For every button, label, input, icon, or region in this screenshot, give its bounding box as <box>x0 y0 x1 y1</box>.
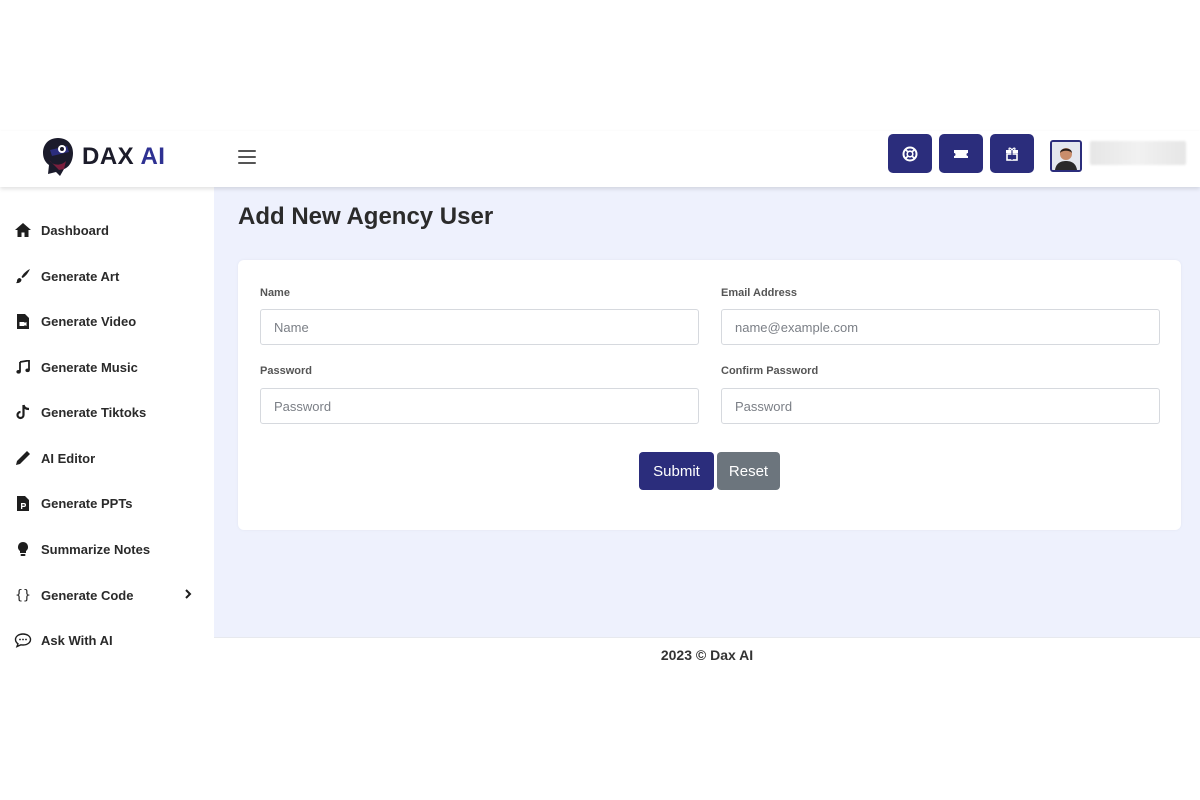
sidebar-item-label: Ask With AI <box>41 632 113 648</box>
lifebuoy-icon <box>902 146 918 161</box>
video-file-icon <box>14 312 32 330</box>
confirm-password-label: Confirm Password <box>721 365 819 377</box>
sidebar-item-label: AI Editor <box>41 450 96 466</box>
chevron-right-icon <box>184 588 192 603</box>
brush-icon <box>14 267 32 285</box>
copyright-text: 2023 © Dax AI <box>660 646 754 663</box>
gift-icon <box>1006 147 1018 161</box>
sidebar-item-generate-video[interactable]: Generate Video <box>0 303 214 339</box>
sidebar-item-label: Generate Art <box>41 268 120 284</box>
sidebar-item-label: Generate Tiktoks <box>41 404 147 420</box>
sidebar-item-summarize-notes[interactable]: Summarize Notes <box>0 531 214 567</box>
sidebar-item-label: Generate PPTs <box>41 495 133 511</box>
sidebar-item-label: Dashboard <box>41 222 109 238</box>
sidebar-item-label: Summarize Notes <box>41 541 151 557</box>
email-input[interactable] <box>721 309 1160 345</box>
chat-bubble-icon <box>14 631 32 649</box>
code-braces-icon: {} <box>15 587 31 603</box>
dax-logo-icon <box>43 138 73 176</box>
reset-button[interactable]: Reset <box>717 452 780 490</box>
brand-logo[interactable]: DAX AI <box>40 136 165 178</box>
page-title: Add New Agency User <box>238 203 494 230</box>
sidebar-item-label: Generate Code <box>41 587 134 603</box>
support-button[interactable] <box>888 134 932 173</box>
sidebar-item-ai-editor[interactable]: AI Editor <box>0 440 214 476</box>
password-label: Password <box>260 365 312 377</box>
brand-name: DAX AI <box>82 143 166 170</box>
password-input[interactable] <box>260 388 699 424</box>
music-note-icon <box>14 358 32 376</box>
sidebar-item-label: Generate Video <box>41 313 137 329</box>
name-input[interactable] <box>260 309 699 345</box>
top-header: DAX AI <box>0 131 1200 187</box>
sidebar-item-generate-music[interactable]: Generate Music <box>0 349 214 385</box>
home-icon <box>14 221 32 239</box>
email-label: Email Address <box>721 287 798 299</box>
footer: 2023 © Dax AI <box>214 637 1200 671</box>
sidebar: Dashboard Generate Art Generate Video Ge… <box>0 187 214 671</box>
sidebar-item-generate-code[interactable]: {} Generate Code <box>0 577 214 613</box>
user-photo-icon <box>1052 142 1080 170</box>
sidebar-item-dashboard[interactable]: Dashboard <box>0 212 214 248</box>
ppt-file-icon <box>14 494 32 512</box>
rewards-button[interactable] <box>990 134 1034 173</box>
sidebar-item-generate-ppts[interactable]: Generate PPTs <box>0 485 214 521</box>
user-avatar[interactable] <box>1050 140 1082 172</box>
username-placeholder[interactable] <box>1090 141 1186 165</box>
lightbulb-icon <box>14 540 32 558</box>
tickets-button[interactable] <box>939 134 983 173</box>
agency-user-form-card: Name Email Address Password Confirm Pass… <box>238 260 1181 530</box>
app-shell: DAX AI Dashboard Generate Art Generate V… <box>0 131 1200 671</box>
sidebar-item-generate-art[interactable]: Generate Art <box>0 258 214 294</box>
menu-toggle-icon[interactable] <box>238 150 256 164</box>
sidebar-item-ask-with-ai[interactable]: Ask With AI <box>0 622 214 658</box>
pen-icon <box>14 449 32 467</box>
ticket-icon <box>954 149 968 158</box>
sidebar-item-label: Generate Music <box>41 359 138 375</box>
tiktok-icon <box>14 403 32 421</box>
sidebar-item-generate-tiktoks[interactable]: Generate Tiktoks <box>0 394 214 430</box>
main-content: Add New Agency User Name Email Address P… <box>214 187 1200 637</box>
confirm-password-input[interactable] <box>721 388 1160 424</box>
submit-button[interactable]: Submit <box>639 452 714 490</box>
name-label: Name <box>260 287 290 299</box>
